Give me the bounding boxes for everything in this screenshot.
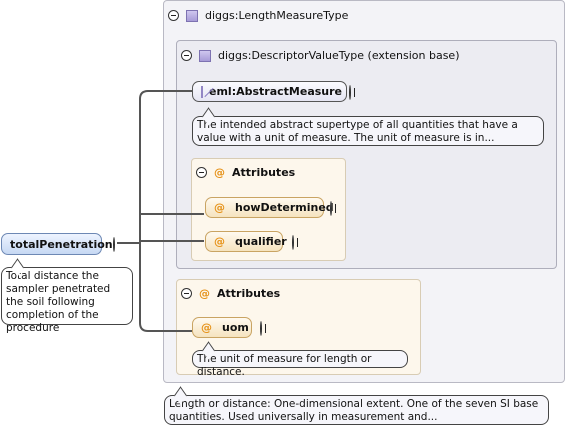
abstract-measure-label: eml:AbstractMeasure (209, 85, 343, 98)
length-measure-type-doc-text: Length or distance: One-dimensional exte… (169, 398, 539, 423)
connector-to-abstract-measure (117, 90, 192, 244)
attribute-uom[interactable]: @ uom (192, 317, 252, 338)
attribute-icon: @ (214, 235, 225, 248)
abstract-measure-doc-text: The intended abstract supertype of all q… (197, 119, 518, 144)
uom-documentation: The unit of measure for length or distan… (192, 350, 408, 378)
collapse-total-penetration-icon[interactable] (113, 237, 115, 252)
length-measure-type-documentation: Length or distance: One-dimensional exte… (164, 395, 549, 425)
uom-label: uom (222, 321, 249, 334)
abstract-element-icon (201, 85, 203, 98)
expand-qualifier-icon[interactable] (292, 235, 294, 250)
total-penetration-node[interactable]: totalPenetration (1, 233, 113, 255)
attribute-how-determined[interactable]: @ howDetermined (205, 197, 334, 218)
attribute-icon: @ (201, 321, 212, 334)
expand-uom-icon[interactable] (260, 321, 262, 336)
connector-to-uom (139, 243, 192, 332)
total-penetration-documentation: Total distance the sampler penetrated th… (1, 267, 133, 334)
attribute-icon: @ (214, 201, 225, 214)
abstract-measure-node[interactable]: eml:AbstractMeasure (192, 81, 347, 102)
qualifier-label: qualifier (235, 235, 287, 248)
expand-abstract-measure-icon[interactable] (349, 85, 351, 100)
total-penetration-label: totalPenetration (10, 237, 113, 251)
total-penetration-doc-text: Total distance the sampler penetrated th… (6, 270, 111, 334)
connector-to-qualifier (139, 214, 204, 242)
attribute-qualifier[interactable]: @ qualifier (205, 231, 287, 252)
abstract-measure-documentation: The intended abstract supertype of all q… (192, 116, 544, 146)
how-determined-label: howDetermined (235, 201, 334, 214)
expand-how-determined-icon[interactable] (330, 201, 332, 216)
